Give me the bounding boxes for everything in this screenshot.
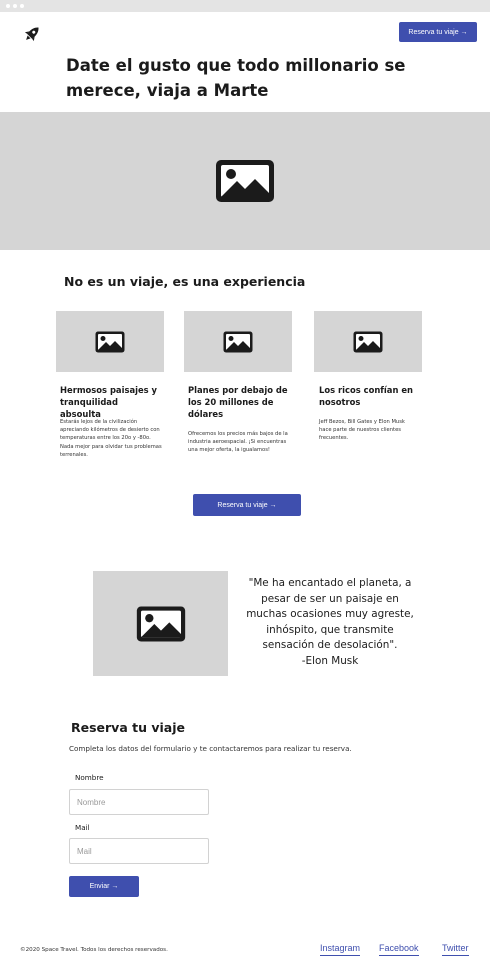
image-icon — [352, 330, 384, 354]
card-text: Jeff Bezos, Bill Gates y Elon Musk hace … — [319, 419, 405, 442]
name-label: Nombre — [75, 773, 104, 782]
card-image — [314, 311, 422, 372]
hero-image — [0, 112, 490, 250]
mail-label: Mail — [75, 823, 90, 832]
card-text: Ofrecemos los precios más bajos de la in… — [188, 431, 288, 454]
testimonial-quote: "Me ha encantado el planeta, a pesar de … — [240, 576, 420, 669]
form-title: Reserva tu viaje — [71, 720, 185, 735]
experience-reserve-button[interactable]: Reserva tu viaje → — [193, 494, 301, 516]
image-icon — [222, 330, 254, 354]
image-icon — [94, 330, 126, 354]
image-icon — [213, 157, 277, 205]
card-text: Estarás lejos de la civilización aprecia… — [60, 419, 162, 458]
window-dot — [6, 4, 10, 8]
testimonial-image — [93, 571, 228, 676]
image-icon — [134, 604, 188, 644]
quote-text: "Me ha encantado el planeta, a pesar de … — [246, 577, 414, 651]
window-dot — [13, 4, 17, 8]
card-title: Planes por debajo de los 20 millones de … — [188, 385, 288, 419]
instagram-link[interactable]: Instagram — [320, 943, 361, 956]
experience-title: No es un viaje, es una experiencia — [64, 274, 306, 289]
rocket-icon[interactable] — [22, 24, 42, 44]
facebook-link[interactable]: Facebook — [379, 943, 419, 956]
footer-copyright: ©2020 Space Travel. Todos los derechos r… — [20, 947, 168, 953]
card-title: Hermosos paisajes y tranquilidad absoult… — [60, 385, 158, 419]
name-input[interactable] — [69, 789, 209, 815]
card-image — [184, 311, 292, 372]
card-title: Los ricos confían en nosotros — [319, 385, 413, 407]
submit-button[interactable]: Enviar → — [69, 876, 139, 897]
window-dot — [20, 4, 24, 8]
form-description: Completa los datos del formulario y te c… — [69, 744, 352, 753]
mail-input[interactable] — [69, 838, 209, 864]
card-image — [56, 311, 164, 372]
window-titlebar — [0, 0, 490, 12]
hero-title: Date el gusto que todo millonario se mer… — [66, 56, 406, 100]
quote-author: -Elon Musk — [301, 654, 359, 667]
header-reserve-button[interactable]: Reserva tu viaje → — [399, 22, 477, 42]
twitter-link[interactable]: Twitter — [442, 943, 469, 956]
